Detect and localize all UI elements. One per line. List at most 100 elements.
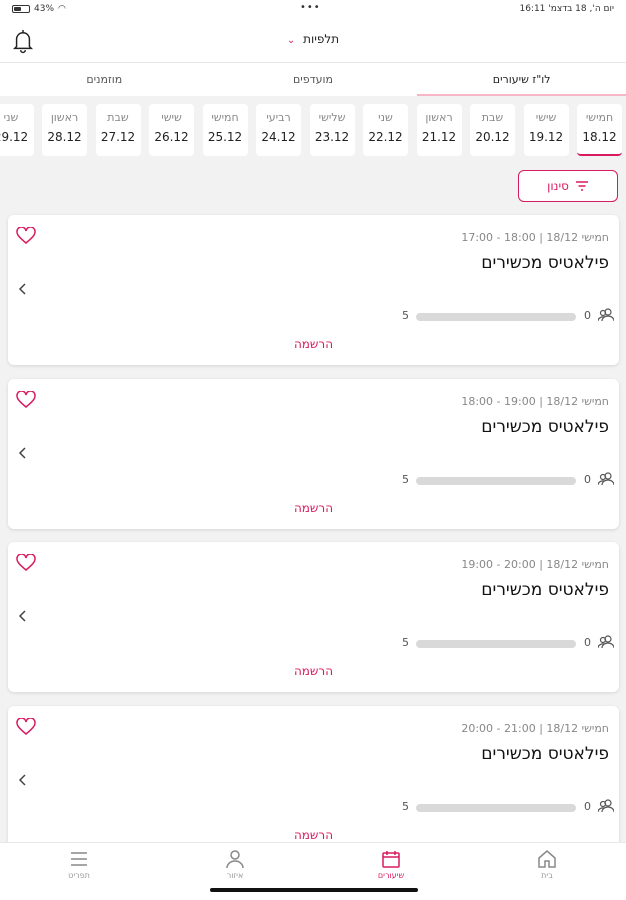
nav-menu-label: תפריט — [68, 871, 90, 880]
day-item[interactable]: שלישי 23.12 — [309, 104, 355, 156]
day-date: 28.12 — [47, 130, 82, 144]
class-time: חמישי 18/12 | 20:00 - 19:00 — [461, 558, 609, 571]
day-date: 21.12 — [421, 130, 457, 144]
nav-home[interactable]: בית — [512, 849, 582, 880]
battery-percent: 43% — [34, 4, 55, 14]
multitask-dots[interactable]: ••• — [300, 2, 321, 13]
day-date: 29.12 — [0, 130, 29, 144]
home-indicator[interactable] — [210, 888, 418, 892]
class-max-capacity: 5 — [402, 636, 409, 649]
capacity-bar — [416, 803, 576, 812]
class-max-capacity: 5 — [402, 309, 409, 322]
class-title: פילאטיס מכשירים — [481, 743, 609, 764]
chevron-left-icon[interactable] — [16, 772, 30, 788]
day-date: 26.12 — [154, 130, 189, 144]
heart-icon[interactable] — [16, 717, 36, 736]
people-icon — [598, 308, 614, 322]
day-name: שישי — [535, 111, 557, 124]
day-item[interactable]: ראשון 21.12 — [416, 104, 462, 156]
day-item[interactable]: חמישי 18.12 — [577, 104, 622, 156]
tab-favorites[interactable]: מועדפים — [209, 63, 418, 96]
nav-home-label: בית — [541, 871, 553, 880]
day-name: רביעי — [266, 111, 291, 124]
battery-indicator: 43% ◠ — [12, 4, 66, 14]
app-header: תלפיות ⌄ — [0, 20, 626, 62]
chevron-left-icon[interactable] — [16, 281, 30, 297]
day-name: חמישי — [585, 111, 614, 124]
home-icon — [538, 850, 556, 868]
heart-icon[interactable] — [16, 554, 36, 572]
capacity-bar — [416, 313, 576, 321]
chevron-left-icon[interactable] — [16, 608, 30, 624]
class-registered-count: 0 — [584, 636, 591, 649]
day-date: 27.12 — [100, 130, 136, 144]
nav-profile[interactable]: איזור — [200, 849, 270, 880]
day-name: שישי — [161, 111, 182, 124]
class-title: פילאטיס מכשירים — [481, 580, 609, 600]
day-selector: חמישי 18.12 שישי 19.12 שבת 20.12 ראשון 21.12 שני… — [0, 100, 626, 160]
branch-name: תלפיות — [303, 32, 340, 46]
day-date: 19.12 — [528, 130, 564, 144]
day-date: 22.12 — [368, 130, 403, 144]
day-item[interactable]: חמישי 25.12 — [202, 104, 248, 156]
class-card[interactable]: חמישי 18/12 | 21:00 - 20:00 פילאטיס מכשיר… — [8, 705, 619, 856]
class-card[interactable]: חמישי 18/12 | 18:00 - 17:00 פילאטיס מכשיר… — [8, 215, 619, 365]
wifi-icon: ◠ — [58, 4, 66, 14]
heart-icon[interactable] — [16, 390, 36, 409]
class-time: חמישי 18/12 | 18:00 - 17:00 — [461, 231, 609, 244]
day-name: שבת — [481, 111, 504, 124]
class-max-capacity: 5 — [402, 799, 409, 813]
tab-invited[interactable]: מוזמנים — [0, 63, 209, 96]
day-item[interactable]: שבת 20.12 — [470, 104, 515, 156]
day-item[interactable]: ראשון 28.12 — [42, 104, 87, 156]
person-icon — [226, 850, 244, 869]
heart-icon[interactable] — [16, 227, 36, 245]
day-name: שני — [378, 111, 393, 124]
class-title: פילאטיס מכשירים — [481, 253, 609, 273]
day-name: ראשון — [50, 111, 79, 124]
day-date: 24.12 — [261, 130, 296, 144]
day-item[interactable]: שני 29.12 — [0, 104, 34, 156]
class-registered-count: 0 — [584, 309, 591, 322]
day-name: חמישי — [211, 111, 239, 124]
filter-label: סינון — [547, 179, 569, 193]
chevron-left-icon[interactable] — [16, 445, 30, 461]
day-item[interactable]: שישי 19.12 — [523, 104, 569, 156]
nav-classes-label: שיעורים — [377, 871, 405, 880]
day-item[interactable]: שני 22.12 — [363, 104, 408, 156]
nav-menu[interactable]: תפריט — [44, 849, 114, 880]
nav-classes[interactable]: שיעורים — [356, 849, 426, 880]
day-date: 23.12 — [314, 130, 350, 144]
tab-schedule[interactable]: לו"ז שיעורים — [417, 63, 626, 96]
class-max-capacity: 5 — [402, 472, 409, 486]
register-button[interactable]: הרשמה — [8, 501, 619, 515]
day-item[interactable]: שישי 26.12 — [149, 104, 194, 156]
status-datetime: יום ה', 18 בדצמ' 16:11 — [519, 4, 614, 14]
menu-icon — [71, 852, 87, 866]
register-button[interactable]: הרשמה — [8, 664, 619, 678]
class-card[interactable]: חמישי 18/12 | 20:00 - 19:00 פילאטיס מכשיר… — [8, 542, 619, 692]
people-icon — [598, 635, 614, 649]
class-time: חמישי 18/12 | 19:00 - 18:00 — [461, 394, 609, 408]
day-item[interactable]: שבת 27.12 — [95, 104, 141, 156]
class-title: פילאטיס מכשירים — [481, 416, 609, 437]
people-icon — [598, 798, 614, 812]
register-button[interactable]: הרשמה — [8, 337, 619, 351]
capacity-bar — [416, 640, 576, 648]
day-name: שלישי — [318, 111, 346, 124]
register-button[interactable]: הרשמה — [8, 828, 619, 842]
chevron-down-icon: ⌄ — [286, 35, 296, 46]
filter-button[interactable]: סינון — [518, 170, 618, 202]
day-name: ראשון — [425, 111, 453, 124]
day-date: 18.12 — [582, 130, 617, 144]
class-card[interactable]: חמישי 18/12 | 19:00 - 18:00 פילאטיס מכשיר… — [8, 378, 619, 529]
battery-icon — [12, 5, 30, 13]
day-name: שני — [3, 111, 19, 124]
schedule-tabs: לו"ז שיעורים מועדפים מוזמנים — [0, 62, 626, 96]
day-item[interactable]: רביעי 24.12 — [256, 104, 301, 156]
day-name: שבת — [107, 111, 129, 124]
day-date: 20.12 — [475, 130, 510, 144]
filter-icon — [575, 181, 588, 191]
branch-selector[interactable]: תלפיות ⌄ — [0, 32, 626, 46]
capacity-bar — [416, 476, 576, 485]
